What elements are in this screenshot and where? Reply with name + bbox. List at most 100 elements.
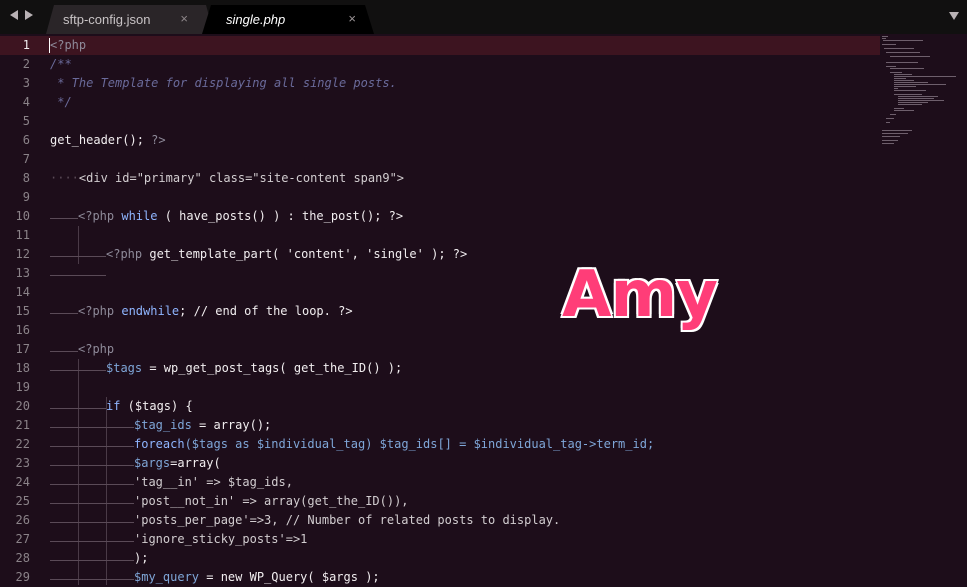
minimap-line [898, 102, 928, 103]
minimap-line [898, 98, 934, 99]
minimap-line [882, 136, 900, 137]
minimap-line [894, 90, 926, 91]
minimap-line [886, 52, 920, 53]
minimap-line [894, 94, 922, 95]
code-text: = array(); [191, 418, 272, 432]
line-number: 23 [15, 456, 30, 470]
line-number: 22 [15, 437, 30, 451]
tab-marker [50, 359, 106, 371]
html-attrs: id="primary" class="site-content span9"> [107, 171, 405, 185]
code-line-10: <?php while ( have_posts() ) : the_post(… [50, 207, 403, 226]
code-text: ); [134, 551, 149, 565]
minimap-line [882, 36, 888, 37]
line-number: 7 [22, 152, 30, 166]
line-number: 20 [15, 399, 30, 413]
code-line-26: 'posts_per_page'=>3, // Number of relate… [50, 511, 560, 530]
line-number: 4 [22, 95, 30, 109]
tab-label: single.php [226, 12, 286, 27]
arrow-left-icon[interactable] [10, 10, 18, 20]
minimap-line [882, 133, 908, 134]
keyword: endwhile [114, 304, 180, 318]
line-number: 26 [15, 513, 30, 527]
code-line-28: ); [50, 549, 148, 568]
comment: */ [50, 95, 72, 109]
code-text: ($tags) { [120, 399, 193, 413]
minimap-line [894, 80, 914, 81]
arrow-right-icon[interactable] [25, 10, 33, 20]
minimap-line [894, 110, 914, 111]
minimap-line [890, 68, 924, 69]
line-number: 28 [15, 551, 30, 565]
close-icon[interactable]: × [180, 11, 188, 26]
code-text: ( have_posts() ) : the_post(); ?> [157, 209, 404, 223]
line-number: 19 [15, 380, 30, 394]
tab-marker [50, 511, 134, 523]
minimap-line [884, 48, 914, 49]
keyword: foreach [134, 437, 185, 451]
minimap-line [894, 76, 956, 77]
minimap-line [894, 74, 912, 75]
minimap-line [890, 56, 930, 57]
comment: /** [50, 57, 72, 71]
code-text: 'tag__in' => $tag_ids, [134, 475, 293, 489]
php-open-tag: <?php [50, 38, 87, 52]
minimap-line [894, 108, 904, 109]
code-line-4: */ [50, 93, 72, 112]
php-open-tag: <?php [106, 247, 143, 261]
minimap-line [882, 140, 898, 141]
chevron-down-icon[interactable] [949, 12, 959, 20]
variable: $args [134, 456, 171, 470]
tab-marker [50, 245, 106, 257]
keyword: if [106, 399, 121, 413]
minimap-line [894, 82, 928, 83]
line-number: 9 [22, 190, 30, 204]
minimap-line [883, 40, 923, 41]
code-text: = wp_get_post_tags( get_the_ID() ); [142, 361, 403, 375]
line-number-gutter: 1 2 3 4 5 6 7 8 9 10 11 12 13 14 15 16 1… [0, 34, 44, 585]
code-line-23: $args=array( [50, 454, 221, 473]
code-line-13 [50, 264, 106, 283]
tab-marker [50, 530, 134, 542]
tab-marker [50, 302, 78, 314]
minimap-line [894, 78, 906, 79]
minimap-line [894, 88, 898, 89]
code-line-18: $tags = wp_get_post_tags( get_the_ID() )… [50, 359, 402, 378]
minimap-line [894, 84, 946, 85]
close-icon[interactable]: × [348, 11, 356, 26]
php-open-tag: <?php [78, 342, 115, 356]
tab-marker [50, 454, 134, 466]
code-line-29: $my_query = new WP_Query( $args ); [50, 568, 380, 587]
tab-nav-arrows [0, 0, 50, 34]
code-text: =array( [170, 456, 221, 470]
php-open-tag: <?php [78, 209, 115, 223]
minimap-line [886, 66, 896, 67]
tab-marker [50, 549, 134, 561]
code-line-3: * The Template for displaying all single… [50, 74, 397, 93]
tab-single-php[interactable]: single.php × [202, 5, 374, 34]
tab-sftp-config[interactable]: sftp-config.json × [46, 5, 214, 34]
line-number: 8 [22, 171, 30, 185]
tab-marker [50, 492, 134, 504]
tab-marker [50, 435, 134, 447]
minimap-line [894, 86, 916, 87]
code-editor[interactable]: 1 2 3 4 5 6 7 8 9 10 11 12 13 14 15 16 1… [0, 34, 967, 585]
variable: $tags [106, 361, 143, 375]
minimap-line [882, 143, 894, 144]
code-line-1: <?php [50, 36, 86, 55]
php-close-tag: ?> [143, 133, 166, 147]
line-number: 21 [15, 418, 30, 432]
minimap-line [898, 100, 944, 101]
variable: $my_query [134, 570, 200, 584]
minimap-line [890, 72, 902, 73]
code-text: 'ignore_sticky_posts'=>1 [134, 532, 308, 546]
minimap[interactable] [880, 34, 967, 154]
minimap-line [886, 118, 894, 119]
line-number: 15 [15, 304, 30, 318]
line-number: 17 [15, 342, 30, 356]
tab-label: sftp-config.json [63, 12, 151, 27]
line-number: 29 [15, 570, 30, 584]
line-number: 13 [15, 266, 30, 280]
minimap-line [898, 96, 938, 97]
minimap-line [882, 44, 896, 45]
code-line-2: /** [50, 55, 72, 74]
